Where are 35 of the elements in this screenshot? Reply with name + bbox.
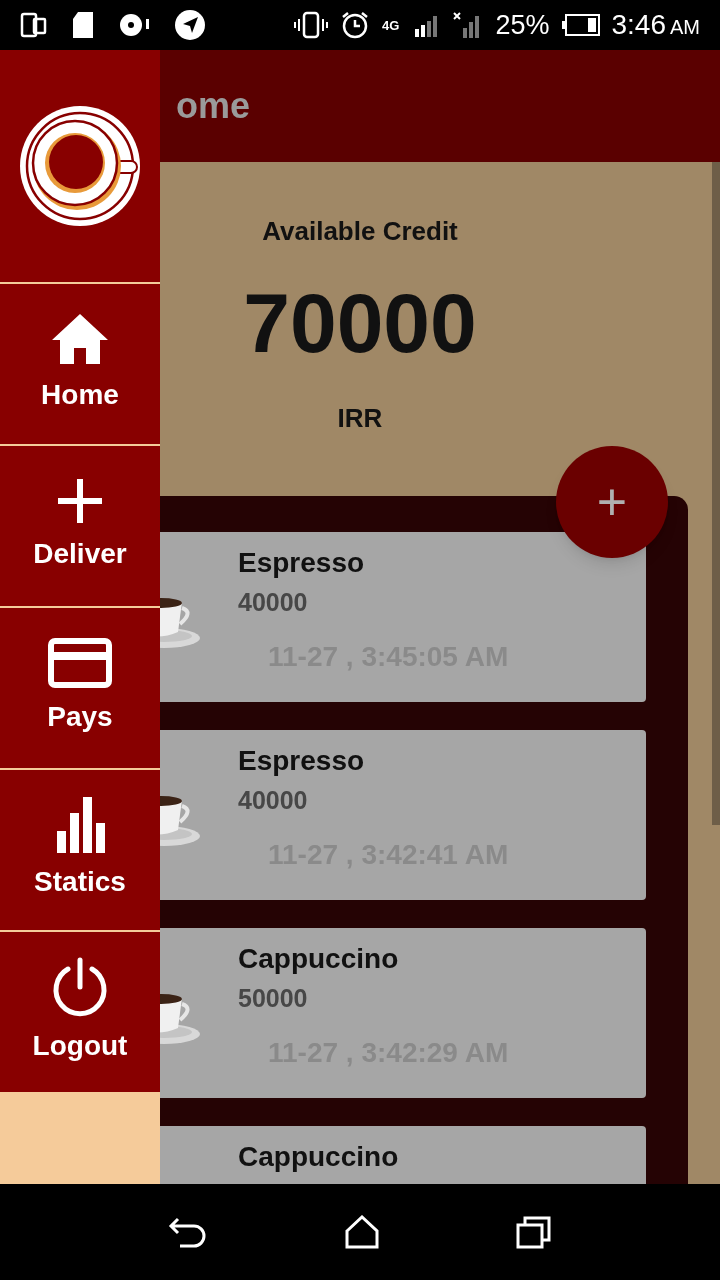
battery-icon xyxy=(561,14,600,36)
clock-hours: 3:46 xyxy=(611,11,666,39)
drawer-item[interactable]: Deliver xyxy=(0,446,160,606)
home-button-icon[interactable] xyxy=(344,1215,380,1249)
order-name: Espresso xyxy=(238,546,366,580)
drawer-item[interactable]: Pays xyxy=(0,608,160,768)
drawer-item[interactable]: Logout xyxy=(0,932,160,1092)
credit-amount: 70000 xyxy=(243,281,477,365)
back-icon[interactable] xyxy=(168,1215,208,1249)
disc-icon xyxy=(118,11,150,39)
vibrate-icon xyxy=(294,11,329,39)
network-type: 4G xyxy=(382,18,400,32)
drawer-item[interactable]: Home xyxy=(0,284,160,444)
order-name: Espresso xyxy=(238,744,366,778)
battery-percent: 25% xyxy=(495,11,550,39)
order-price: 50000 xyxy=(238,983,309,1014)
phone-icon xyxy=(20,11,48,39)
add-button[interactable]: + xyxy=(556,446,668,558)
drawer-item-label: Home xyxy=(41,378,119,412)
order-price: 40000 xyxy=(238,587,309,618)
sd-card-icon xyxy=(72,11,94,39)
navigation-icon xyxy=(174,9,206,41)
currency-label: IRR xyxy=(337,402,383,435)
plus-icon xyxy=(56,477,104,525)
page-title: ome xyxy=(176,84,251,128)
order-name: Cappuccino xyxy=(238,1140,399,1174)
recent-apps-icon[interactable] xyxy=(516,1215,552,1249)
order-price: 40000 xyxy=(238,785,309,816)
drawer-item[interactable]: Statics xyxy=(0,770,160,930)
clock-period: AM xyxy=(670,17,700,37)
home-icon xyxy=(50,312,110,366)
credit-label: Available Credit xyxy=(262,215,458,248)
credit-card-icon xyxy=(48,638,112,688)
bar-chart-icon xyxy=(55,797,105,853)
order-name: Cappuccino xyxy=(238,942,400,976)
